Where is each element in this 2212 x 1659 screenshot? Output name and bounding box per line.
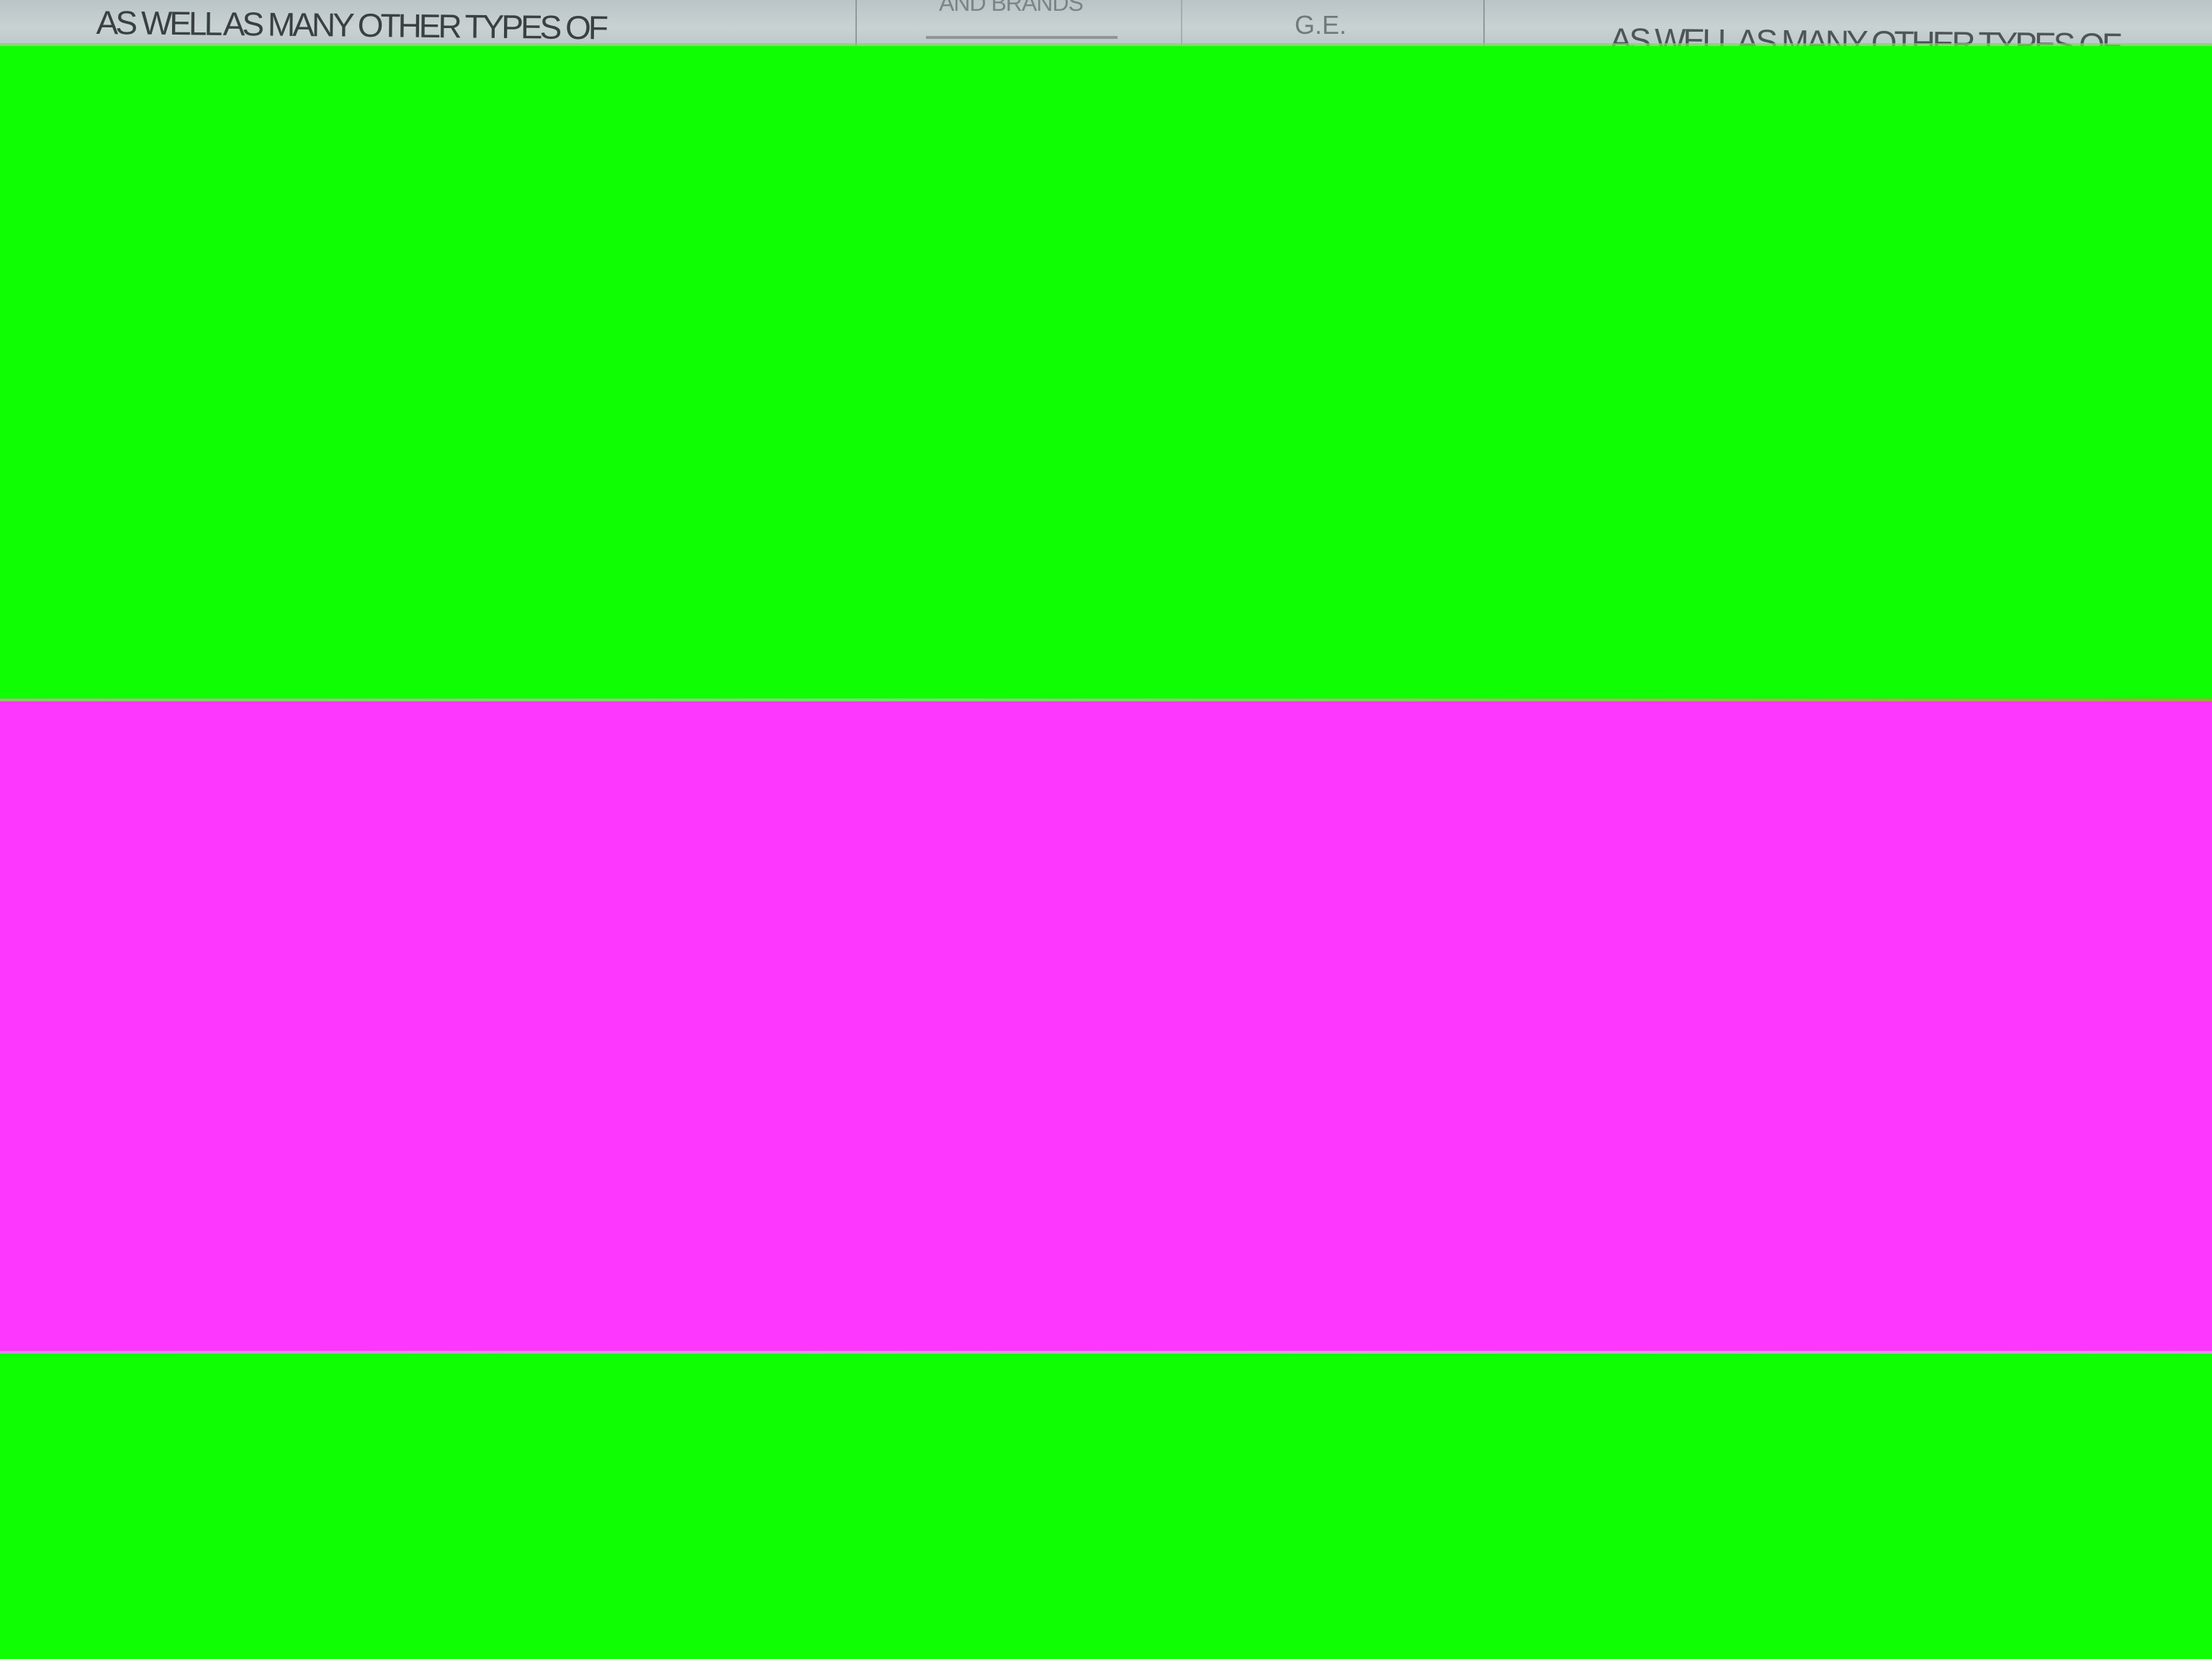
photo-frame: AS WELL AS MANY OTHER TYPES OF AND BRAND… <box>0 0 2212 1659</box>
green-band-bottom <box>0 1354 2212 1659</box>
column-divider <box>1483 0 1485 46</box>
strip-ge-text: G.E. <box>1295 10 1347 40</box>
magenta-band <box>0 701 2212 1354</box>
green-band-top <box>0 46 2212 701</box>
strip-right-text: AS WELL AS MANY OTHER TYPES OF <box>1609 20 2120 46</box>
column-divider <box>1181 0 1182 46</box>
column-divider <box>855 0 857 46</box>
strip-left-text: AS WELL AS MANY OTHER TYPES OF <box>96 3 606 46</box>
printed-sheet-strip: AS WELL AS MANY OTHER TYPES OF AND BRAND… <box>0 0 2212 46</box>
strip-brands-text: AND BRANDS <box>939 0 1084 16</box>
brands-underline <box>926 36 1118 39</box>
